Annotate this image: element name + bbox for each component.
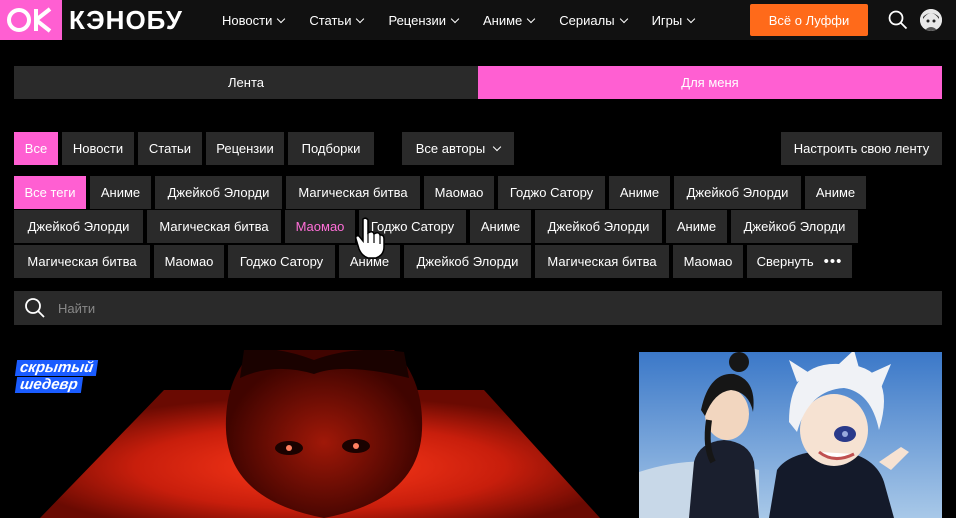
- chevron-down-icon: [619, 14, 628, 23]
- search-icon[interactable]: [888, 10, 908, 30]
- hand-cursor-icon: [355, 217, 385, 259]
- nav-articles[interactable]: Статьи: [309, 12, 365, 28]
- nav-label: Сериалы: [559, 12, 615, 28]
- tag-chip[interactable]: Аниме: [90, 176, 151, 209]
- search-bar: [14, 291, 942, 325]
- tag-chip[interactable]: Магическая битва: [535, 245, 669, 278]
- chevron-down-icon: [527, 14, 536, 23]
- tag-chip[interactable]: Магическая битва: [14, 245, 150, 278]
- badge-line-2: шедевр: [14, 376, 83, 393]
- nav-label: Новости: [222, 12, 273, 28]
- tag-chip-hovered[interactable]: Маомао: [285, 210, 355, 243]
- tag-chip[interactable]: Годжо Сатору: [228, 245, 335, 278]
- logo-badge[interactable]: [0, 0, 62, 40]
- filter-reviews[interactable]: Рецензии: [206, 132, 284, 165]
- tab-for-me[interactable]: Для меня: [478, 66, 942, 99]
- cta-button[interactable]: Всё о Луффи: [750, 4, 868, 36]
- tag-chip[interactable]: Джейкоб Элорди: [674, 176, 801, 209]
- tag-all[interactable]: Все теги: [14, 176, 86, 209]
- tag-chip[interactable]: Джейкоб Элорди: [731, 210, 858, 243]
- tag-chip[interactable]: Маомао: [673, 245, 743, 278]
- tag-chip[interactable]: Аниме: [609, 176, 670, 209]
- customize-feed-button[interactable]: Настроить свою ленту: [781, 132, 942, 165]
- hidden-gem-badge: скрытый шедевр: [14, 359, 114, 394]
- tag-chip[interactable]: Магическая битва: [147, 210, 281, 243]
- tag-chip[interactable]: Аниме: [805, 176, 866, 209]
- tag-chip[interactable]: Аниме: [470, 210, 531, 243]
- collapse-tags-button[interactable]: Свернуть •••: [747, 245, 852, 278]
- tag-chip[interactable]: Аниме: [666, 210, 727, 243]
- nav-games[interactable]: Игры: [651, 12, 696, 28]
- authors-dropdown-label: Все авторы: [415, 141, 486, 156]
- more-dots-icon: •••: [823, 253, 843, 270]
- user-avatar[interactable]: [920, 9, 942, 31]
- tag-chip[interactable]: Джейкоб Элорди: [535, 210, 662, 243]
- tag-chip[interactable]: Джейкоб Элорди: [155, 176, 282, 209]
- nav-label: Игры: [651, 12, 683, 28]
- badge-line-1: скрытый: [14, 359, 99, 376]
- top-header: КЭНОБУ Новости Статьи Рецензии Аниме Сер…: [0, 0, 956, 40]
- chevron-down-icon: [356, 14, 365, 23]
- nav-reviews[interactable]: Рецензии: [388, 12, 460, 28]
- chevron-down-icon: [686, 14, 696, 23]
- filter-all[interactable]: Все: [14, 132, 58, 165]
- filter-articles[interactable]: Статьи: [138, 132, 202, 165]
- logo-mark-icon: [7, 7, 52, 33]
- nav-anime[interactable]: Аниме: [483, 12, 536, 28]
- chevron-down-icon: [492, 142, 502, 152]
- chevron-down-icon: [277, 14, 286, 23]
- tag-chip[interactable]: Джейкоб Элорди: [404, 245, 531, 278]
- logo-wordmark[interactable]: КЭНОБУ: [69, 5, 183, 35]
- chevron-down-icon: [450, 14, 460, 23]
- article-card-secondary[interactable]: [639, 352, 942, 518]
- avatar-image-icon: [920, 9, 942, 31]
- search-input[interactable]: [58, 300, 858, 316]
- tag-chip[interactable]: Джейкоб Элорди: [14, 210, 143, 243]
- main-nav: Новости Статьи Рецензии Аниме Сериалы Иг…: [222, 0, 719, 40]
- filter-collections[interactable]: Подборки: [288, 132, 374, 165]
- tab-feed[interactable]: Лента: [14, 66, 478, 99]
- tag-chip[interactable]: Маомао: [424, 176, 494, 209]
- tag-chip[interactable]: Маомао: [154, 245, 224, 278]
- filter-news[interactable]: Новости: [62, 132, 134, 165]
- authors-dropdown[interactable]: Все авторы: [402, 132, 514, 165]
- nav-news[interactable]: Новости: [222, 12, 286, 28]
- search-icon: [25, 298, 45, 318]
- tag-chip[interactable]: Магическая битва: [286, 176, 420, 209]
- nav-series[interactable]: Сериалы: [559, 12, 628, 28]
- collapse-label: Свернуть: [756, 254, 814, 269]
- nav-label: Аниме: [483, 12, 523, 28]
- anime-artwork-image: [639, 352, 942, 518]
- nav-label: Статьи: [309, 12, 352, 28]
- tag-chip[interactable]: Годжо Сатору: [498, 176, 605, 209]
- nav-label: Рецензии: [388, 12, 446, 28]
